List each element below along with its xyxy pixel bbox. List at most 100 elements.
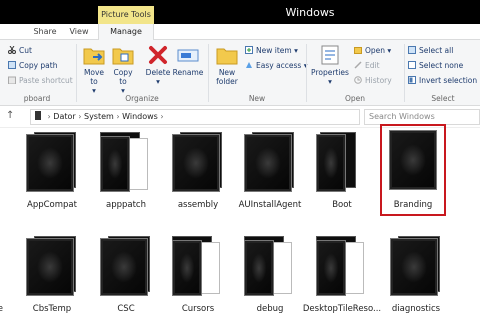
invert-selection-label: Invert selection xyxy=(419,76,478,85)
folder-name: ce xyxy=(0,304,3,314)
folder-item[interactable]: assembly xyxy=(158,128,238,218)
rename-label: Rename xyxy=(172,68,204,77)
select-none-icon xyxy=(408,61,416,69)
chevron-down-icon: ▾ xyxy=(328,77,332,86)
history-button[interactable]: History xyxy=(354,75,392,87)
new-folder-label: New folder xyxy=(216,68,238,86)
copy-path-icon xyxy=(8,61,16,69)
edit-icon xyxy=(354,61,362,69)
folder-item-selected[interactable]: Branding xyxy=(380,124,446,216)
delete-x-icon xyxy=(147,44,169,66)
edit-button[interactable]: Edit xyxy=(354,60,380,72)
open-group-label: Open xyxy=(344,94,366,103)
select-all-button[interactable]: Select all xyxy=(408,45,453,57)
clipboard-group-label: pboard xyxy=(23,94,51,103)
new-item-button[interactable]: New item ▾ xyxy=(245,45,298,57)
cut-label: Cut xyxy=(19,46,32,55)
new-group-label: New xyxy=(248,94,266,103)
organize-group-label: Organize xyxy=(125,94,159,103)
history-label: History xyxy=(365,76,392,85)
folder-name: AUInstallAgent xyxy=(238,200,302,210)
folder-name: AppCompat xyxy=(27,200,77,210)
paste-shortcut-button[interactable]: Paste shortcut xyxy=(8,75,73,87)
easy-access-label: Easy access xyxy=(256,61,302,70)
new-folder-button[interactable]: New folder xyxy=(212,44,242,86)
ribbon-tabs: Share View Manage xyxy=(0,24,480,40)
folder-item[interactable]: diagnostics xyxy=(376,232,456,322)
select-none-label: Select none xyxy=(419,61,464,70)
folder-name: CSC xyxy=(117,304,135,314)
copy-to-folder-icon xyxy=(112,44,134,66)
folder-name: Cursors xyxy=(181,304,215,314)
properties-label: Properties xyxy=(311,68,349,77)
folder-name: Branding xyxy=(393,200,433,210)
easy-access-icon xyxy=(246,62,252,68)
folder-name: DesktopTileReso... xyxy=(302,304,382,314)
search-input[interactable]: Search Windows xyxy=(364,109,480,125)
folder-item[interactable]: Cursors xyxy=(158,232,238,322)
folder-item[interactable]: DesktopTileReso... xyxy=(302,232,382,322)
move-to-folder-icon xyxy=(83,44,105,66)
select-group-label: Select xyxy=(431,94,455,103)
rename-icon xyxy=(177,44,199,66)
ribbon-separator xyxy=(404,44,405,102)
breadcrumb-chevron-icon: › xyxy=(160,112,164,121)
folder-item[interactable]: debug xyxy=(230,232,310,322)
breadcrumb-windows[interactable]: Windows xyxy=(122,112,158,121)
folder-name: debug xyxy=(256,304,284,314)
folder-item[interactable]: AUInstallAgent xyxy=(230,128,310,218)
easy-access-button[interactable]: Easy access ▾ xyxy=(245,60,308,72)
ribbon-separator xyxy=(306,44,307,102)
select-all-label: Select all xyxy=(419,46,454,55)
address-bar[interactable]: › Dator › System › Windows › xyxy=(30,109,360,125)
open-icon xyxy=(354,47,362,54)
tab-share[interactable]: Share xyxy=(28,24,62,40)
file-view: AppCompat apppatch assembly AUInstallAge… xyxy=(0,124,480,328)
delete-button[interactable]: Delete ▾ xyxy=(144,44,172,86)
properties-button[interactable]: Properties ▾ xyxy=(310,44,350,86)
window-title: Windows xyxy=(285,6,335,19)
folder-item[interactable]: apppatch xyxy=(86,128,166,218)
open-label: Open xyxy=(365,46,386,55)
ribbon-separator xyxy=(76,44,77,102)
invert-selection-button[interactable]: Invert selection xyxy=(408,75,477,87)
ribbon-separator xyxy=(208,44,209,102)
new-folder-icon xyxy=(216,44,238,66)
tab-view[interactable]: View xyxy=(64,24,94,40)
delete-label: Delete xyxy=(145,68,171,77)
folder-name: CbsTemp xyxy=(32,304,72,314)
select-none-button[interactable]: Select none xyxy=(408,60,463,72)
properties-icon xyxy=(319,44,341,66)
folder-name: diagnostics xyxy=(391,304,441,314)
folder-item[interactable]: Boot xyxy=(302,128,382,218)
paste-shortcut-label: Paste shortcut xyxy=(19,76,73,85)
cut-button[interactable]: Cut xyxy=(8,45,32,57)
ribbon: Cut Copy path Paste shortcut pboard Move… xyxy=(0,40,480,106)
up-arrow-icon[interactable]: ↑ xyxy=(6,110,14,121)
move-to-button[interactable]: Move to ▾ xyxy=(80,44,108,95)
paste-shortcut-icon xyxy=(8,76,16,84)
new-item-icon xyxy=(245,46,253,54)
breadcrumb-system[interactable]: System xyxy=(84,112,114,121)
title-bar: Picture Tools Windows xyxy=(0,0,480,24)
invert-selection-icon xyxy=(408,76,416,84)
move-to-label: Move to xyxy=(83,68,105,86)
history-icon xyxy=(354,76,362,84)
breadcrumb-dator[interactable]: Dator xyxy=(53,112,75,121)
select-all-icon xyxy=(408,46,416,54)
tab-manage[interactable]: Manage xyxy=(98,24,154,40)
rename-button[interactable]: Rename xyxy=(172,44,204,77)
folder-item[interactable]: CSC xyxy=(86,232,166,322)
copy-to-label: Copy to xyxy=(113,68,133,86)
folder-item[interactable]: AppCompat xyxy=(12,128,92,218)
folder-name: Boot xyxy=(332,200,352,210)
new-item-label: New item xyxy=(256,46,292,55)
folder-item[interactable]: CbsTemp xyxy=(12,232,92,322)
copy-path-button[interactable]: Copy path xyxy=(8,60,57,72)
copy-to-button[interactable]: Copy to ▾ xyxy=(110,44,136,95)
scissors-icon xyxy=(8,46,16,54)
drive-icon xyxy=(35,111,41,120)
open-button[interactable]: Open ▾ xyxy=(354,45,391,57)
edit-label: Edit xyxy=(365,61,380,70)
folder-name: assembly xyxy=(177,200,219,210)
